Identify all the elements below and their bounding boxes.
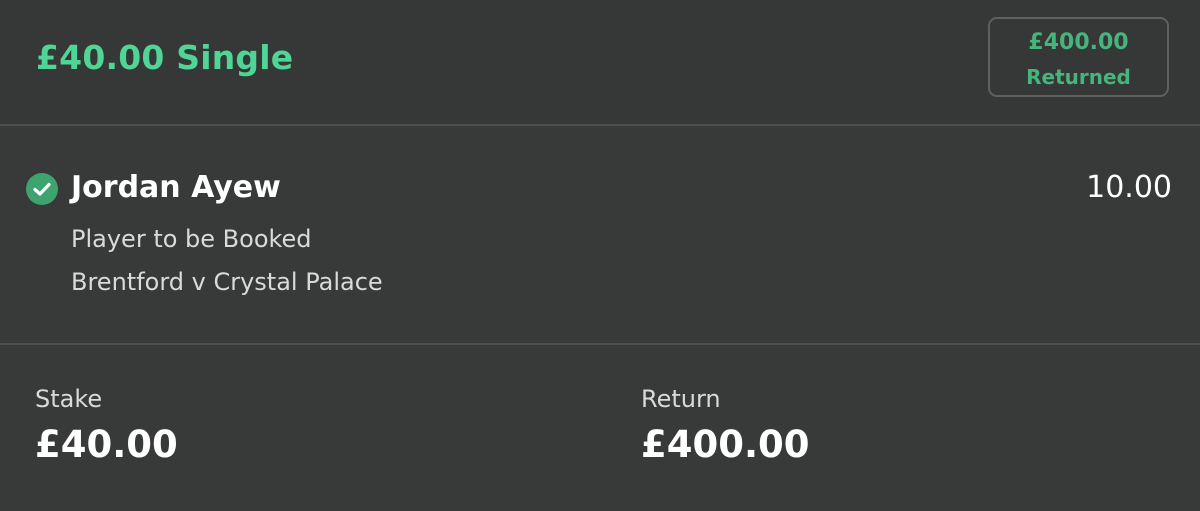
stake-value: £40.00 <box>35 423 178 466</box>
selection-name: Jordan Ayew <box>71 170 281 205</box>
bet-summary: Stake £40.00 Return £400.00 <box>0 345 1200 511</box>
check-circle-icon <box>26 173 58 205</box>
returned-label: Returned <box>1026 65 1131 89</box>
stake-label: Stake <box>35 385 103 413</box>
bet-header: £40.00 Single £400.00 Returned <box>0 0 1200 125</box>
selection-market: Player to be Booked <box>71 225 312 253</box>
bet-card: £40.00 Single £400.00 Returned Jordan Ay… <box>0 0 1200 511</box>
selection-row: Jordan Ayew 10.00 Player to be Booked Br… <box>0 126 1200 343</box>
returned-status-badge: £400.00 Returned <box>988 17 1169 97</box>
selection-odds: 10.00 <box>1086 170 1172 205</box>
returned-amount: £400.00 <box>1028 30 1129 55</box>
return-label: Return <box>641 385 721 413</box>
bet-title: £40.00 Single <box>36 38 294 77</box>
return-value: £400.00 <box>641 423 810 466</box>
selection-event: Brentford v Crystal Palace <box>71 268 383 296</box>
